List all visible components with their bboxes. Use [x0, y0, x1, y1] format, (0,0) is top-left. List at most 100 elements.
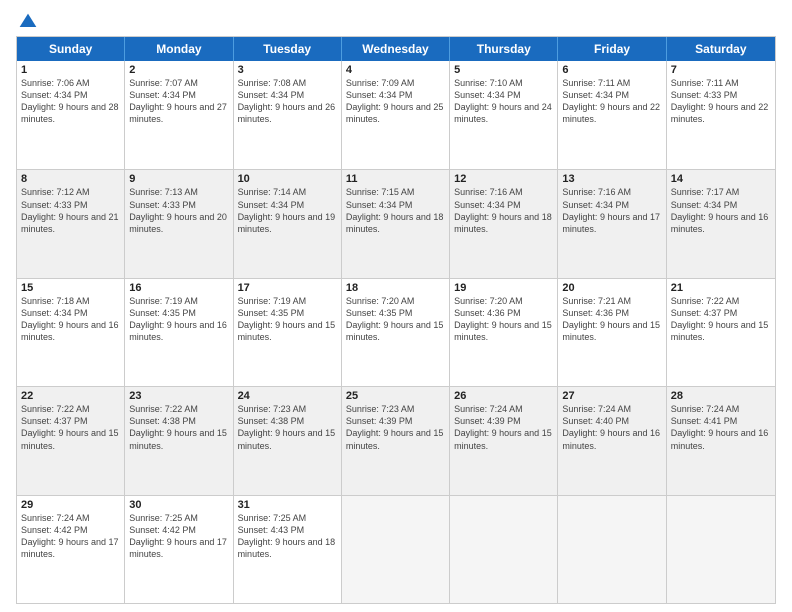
- logo-icon: [18, 12, 38, 32]
- calendar-header: Sunday Monday Tuesday Wednesday Thursday…: [17, 37, 775, 61]
- table-row: [450, 496, 558, 603]
- cell-info: Sunrise: 7:07 AMSunset: 4:34 PMDaylight:…: [129, 77, 228, 126]
- day-number: 28: [671, 390, 771, 402]
- cell-info: Sunrise: 7:08 AMSunset: 4:34 PMDaylight:…: [238, 77, 337, 126]
- table-row: 12Sunrise: 7:16 AMSunset: 4:34 PMDayligh…: [450, 170, 558, 277]
- table-row: [667, 496, 775, 603]
- day-number: 25: [346, 390, 445, 402]
- table-row: 21Sunrise: 7:22 AMSunset: 4:37 PMDayligh…: [667, 279, 775, 386]
- calendar-week-5: 29Sunrise: 7:24 AMSunset: 4:42 PMDayligh…: [17, 495, 775, 603]
- table-row: 7Sunrise: 7:11 AMSunset: 4:33 PMDaylight…: [667, 61, 775, 169]
- cell-info: Sunrise: 7:22 AMSunset: 4:37 PMDaylight:…: [671, 295, 771, 344]
- table-row: 28Sunrise: 7:24 AMSunset: 4:41 PMDayligh…: [667, 387, 775, 494]
- cell-info: Sunrise: 7:21 AMSunset: 4:36 PMDaylight:…: [562, 295, 661, 344]
- day-number: 1: [21, 64, 120, 76]
- table-row: 22Sunrise: 7:22 AMSunset: 4:37 PMDayligh…: [17, 387, 125, 494]
- day-number: 14: [671, 173, 771, 185]
- header-thursday: Thursday: [450, 37, 558, 61]
- calendar-week-2: 8Sunrise: 7:12 AMSunset: 4:33 PMDaylight…: [17, 169, 775, 277]
- table-row: [558, 496, 666, 603]
- cell-info: Sunrise: 7:15 AMSunset: 4:34 PMDaylight:…: [346, 186, 445, 235]
- calendar-week-4: 22Sunrise: 7:22 AMSunset: 4:37 PMDayligh…: [17, 386, 775, 494]
- cell-info: Sunrise: 7:11 AMSunset: 4:33 PMDaylight:…: [671, 77, 771, 126]
- table-row: 31Sunrise: 7:25 AMSunset: 4:43 PMDayligh…: [234, 496, 342, 603]
- calendar-week-3: 15Sunrise: 7:18 AMSunset: 4:34 PMDayligh…: [17, 278, 775, 386]
- table-row: 18Sunrise: 7:20 AMSunset: 4:35 PMDayligh…: [342, 279, 450, 386]
- table-row: 16Sunrise: 7:19 AMSunset: 4:35 PMDayligh…: [125, 279, 233, 386]
- day-number: 10: [238, 173, 337, 185]
- cell-info: Sunrise: 7:24 AMSunset: 4:42 PMDaylight:…: [21, 512, 120, 561]
- day-number: 23: [129, 390, 228, 402]
- day-number: 21: [671, 282, 771, 294]
- table-row: 17Sunrise: 7:19 AMSunset: 4:35 PMDayligh…: [234, 279, 342, 386]
- day-number: 11: [346, 173, 445, 185]
- day-number: 2: [129, 64, 228, 76]
- table-row: 10Sunrise: 7:14 AMSunset: 4:34 PMDayligh…: [234, 170, 342, 277]
- logo: [16, 12, 38, 28]
- cell-info: Sunrise: 7:25 AMSunset: 4:42 PMDaylight:…: [129, 512, 228, 561]
- cell-info: Sunrise: 7:19 AMSunset: 4:35 PMDaylight:…: [129, 295, 228, 344]
- cell-info: Sunrise: 7:20 AMSunset: 4:35 PMDaylight:…: [346, 295, 445, 344]
- table-row: 23Sunrise: 7:22 AMSunset: 4:38 PMDayligh…: [125, 387, 233, 494]
- cell-info: Sunrise: 7:24 AMSunset: 4:40 PMDaylight:…: [562, 403, 661, 452]
- table-row: 11Sunrise: 7:15 AMSunset: 4:34 PMDayligh…: [342, 170, 450, 277]
- header-saturday: Saturday: [667, 37, 775, 61]
- table-row: 2Sunrise: 7:07 AMSunset: 4:34 PMDaylight…: [125, 61, 233, 169]
- cell-info: Sunrise: 7:12 AMSunset: 4:33 PMDaylight:…: [21, 186, 120, 235]
- cell-info: Sunrise: 7:25 AMSunset: 4:43 PMDaylight:…: [238, 512, 337, 561]
- table-row: 24Sunrise: 7:23 AMSunset: 4:38 PMDayligh…: [234, 387, 342, 494]
- cell-info: Sunrise: 7:16 AMSunset: 4:34 PMDaylight:…: [562, 186, 661, 235]
- table-row: 25Sunrise: 7:23 AMSunset: 4:39 PMDayligh…: [342, 387, 450, 494]
- day-number: 17: [238, 282, 337, 294]
- cell-info: Sunrise: 7:23 AMSunset: 4:38 PMDaylight:…: [238, 403, 337, 452]
- calendar: Sunday Monday Tuesday Wednesday Thursday…: [16, 36, 776, 604]
- day-number: 7: [671, 64, 771, 76]
- table-row: 1Sunrise: 7:06 AMSunset: 4:34 PMDaylight…: [17, 61, 125, 169]
- table-row: 20Sunrise: 7:21 AMSunset: 4:36 PMDayligh…: [558, 279, 666, 386]
- table-row: 9Sunrise: 7:13 AMSunset: 4:33 PMDaylight…: [125, 170, 233, 277]
- cell-info: Sunrise: 7:22 AMSunset: 4:38 PMDaylight:…: [129, 403, 228, 452]
- table-row: 29Sunrise: 7:24 AMSunset: 4:42 PMDayligh…: [17, 496, 125, 603]
- cell-info: Sunrise: 7:23 AMSunset: 4:39 PMDaylight:…: [346, 403, 445, 452]
- header-friday: Friday: [558, 37, 666, 61]
- table-row: 27Sunrise: 7:24 AMSunset: 4:40 PMDayligh…: [558, 387, 666, 494]
- day-number: 19: [454, 282, 553, 294]
- calendar-body: 1Sunrise: 7:06 AMSunset: 4:34 PMDaylight…: [17, 61, 775, 603]
- day-number: 15: [21, 282, 120, 294]
- table-row: [342, 496, 450, 603]
- day-number: 8: [21, 173, 120, 185]
- day-number: 16: [129, 282, 228, 294]
- header-tuesday: Tuesday: [234, 37, 342, 61]
- day-number: 20: [562, 282, 661, 294]
- table-row: 5Sunrise: 7:10 AMSunset: 4:34 PMDaylight…: [450, 61, 558, 169]
- table-row: 15Sunrise: 7:18 AMSunset: 4:34 PMDayligh…: [17, 279, 125, 386]
- cell-info: Sunrise: 7:19 AMSunset: 4:35 PMDaylight:…: [238, 295, 337, 344]
- day-number: 3: [238, 64, 337, 76]
- day-number: 6: [562, 64, 661, 76]
- table-row: 26Sunrise: 7:24 AMSunset: 4:39 PMDayligh…: [450, 387, 558, 494]
- calendar-week-1: 1Sunrise: 7:06 AMSunset: 4:34 PMDaylight…: [17, 61, 775, 169]
- cell-info: Sunrise: 7:20 AMSunset: 4:36 PMDaylight:…: [454, 295, 553, 344]
- cell-info: Sunrise: 7:09 AMSunset: 4:34 PMDaylight:…: [346, 77, 445, 126]
- cell-info: Sunrise: 7:10 AMSunset: 4:34 PMDaylight:…: [454, 77, 553, 126]
- table-row: 30Sunrise: 7:25 AMSunset: 4:42 PMDayligh…: [125, 496, 233, 603]
- page: Sunday Monday Tuesday Wednesday Thursday…: [0, 0, 792, 612]
- day-number: 27: [562, 390, 661, 402]
- table-row: 19Sunrise: 7:20 AMSunset: 4:36 PMDayligh…: [450, 279, 558, 386]
- cell-info: Sunrise: 7:14 AMSunset: 4:34 PMDaylight:…: [238, 186, 337, 235]
- day-number: 24: [238, 390, 337, 402]
- table-row: 4Sunrise: 7:09 AMSunset: 4:34 PMDaylight…: [342, 61, 450, 169]
- day-number: 26: [454, 390, 553, 402]
- table-row: 8Sunrise: 7:12 AMSunset: 4:33 PMDaylight…: [17, 170, 125, 277]
- cell-info: Sunrise: 7:16 AMSunset: 4:34 PMDaylight:…: [454, 186, 553, 235]
- day-number: 9: [129, 173, 228, 185]
- day-number: 5: [454, 64, 553, 76]
- cell-info: Sunrise: 7:24 AMSunset: 4:39 PMDaylight:…: [454, 403, 553, 452]
- day-number: 30: [129, 499, 228, 511]
- cell-info: Sunrise: 7:13 AMSunset: 4:33 PMDaylight:…: [129, 186, 228, 235]
- table-row: 14Sunrise: 7:17 AMSunset: 4:34 PMDayligh…: [667, 170, 775, 277]
- day-number: 13: [562, 173, 661, 185]
- table-row: 13Sunrise: 7:16 AMSunset: 4:34 PMDayligh…: [558, 170, 666, 277]
- header-monday: Monday: [125, 37, 233, 61]
- day-number: 22: [21, 390, 120, 402]
